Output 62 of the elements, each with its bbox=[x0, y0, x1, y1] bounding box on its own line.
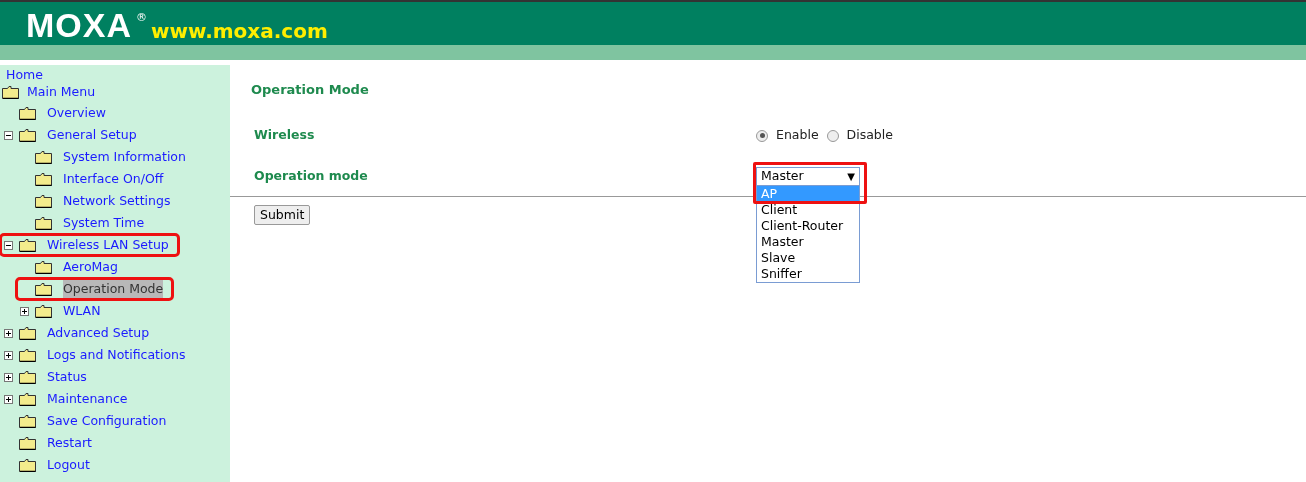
menu-link[interactable]: Wireless LAN Setup bbox=[47, 235, 169, 255]
radio-label: Disable bbox=[846, 126, 893, 145]
menu-link[interactable]: Maintenance bbox=[47, 389, 128, 409]
radio-button[interactable] bbox=[826, 129, 839, 142]
folder-icon bbox=[35, 282, 52, 296]
folder-icon bbox=[35, 260, 52, 274]
expand-icon[interactable] bbox=[20, 306, 29, 316]
radio-label: Enable bbox=[776, 126, 819, 145]
logo: MOXA bbox=[26, 8, 132, 42]
folder-icon bbox=[35, 216, 52, 230]
submit-button[interactable]: Submit bbox=[254, 204, 311, 225]
menu-link[interactable]: WLAN bbox=[63, 301, 101, 321]
menu-link[interactable]: General Setup bbox=[47, 125, 137, 145]
menu-link[interactable]: Restart bbox=[47, 433, 92, 453]
folder-icon bbox=[19, 238, 36, 252]
expand-icon[interactable] bbox=[4, 394, 13, 404]
menu-link[interactable]: Logout bbox=[47, 455, 90, 475]
folder-icon bbox=[19, 128, 36, 142]
folder-icon bbox=[19, 370, 36, 384]
folder-icon bbox=[35, 150, 52, 164]
collapse-icon[interactable] bbox=[4, 240, 13, 250]
dropdown-option[interactable]: Sniffer bbox=[757, 266, 859, 282]
folder-icon bbox=[19, 106, 36, 120]
menu-link[interactable]: Advanced Setup bbox=[47, 323, 150, 343]
menu-link[interactable]: Operation Mode bbox=[63, 279, 164, 299]
folder-icon bbox=[19, 458, 36, 472]
folder-icon bbox=[35, 304, 52, 318]
field-label: Wireless bbox=[254, 126, 316, 145]
folder-icon bbox=[19, 348, 36, 362]
expand-icon[interactable] bbox=[4, 328, 13, 338]
menu-link[interactable]: Network Settings bbox=[63, 191, 171, 211]
expand-icon[interactable] bbox=[4, 350, 13, 360]
menu-link[interactable]: Interface On/Off bbox=[63, 169, 164, 189]
folder-icon bbox=[19, 392, 36, 406]
dropdown-option[interactable]: Client-Router bbox=[757, 218, 859, 234]
field-label: Operation mode bbox=[254, 167, 369, 186]
menu-root: Main Menu bbox=[27, 82, 96, 101]
expand-icon[interactable] bbox=[4, 372, 13, 382]
menu-link[interactable]: System Information bbox=[63, 147, 186, 167]
menu-link[interactable]: Status bbox=[47, 367, 87, 387]
folder-icon bbox=[35, 172, 52, 186]
folder-icon bbox=[2, 85, 19, 99]
collapse-icon[interactable] bbox=[4, 130, 13, 140]
home-link[interactable]: Home bbox=[0, 67, 230, 82]
dropdown-option[interactable]: Master bbox=[757, 234, 859, 250]
menu-link[interactable]: System Time bbox=[63, 213, 145, 233]
menu-link[interactable]: Save Configuration bbox=[47, 411, 167, 431]
folder-icon bbox=[19, 414, 36, 428]
menu-link[interactable]: AeroMag bbox=[63, 257, 118, 277]
caret-icon: ▼ bbox=[847, 169, 855, 184]
folder-icon bbox=[19, 436, 36, 450]
menu-link[interactable]: Logs and Notifications bbox=[47, 345, 186, 365]
website-url: www.moxa.com bbox=[151, 20, 328, 42]
registered-mark: ® bbox=[136, 10, 147, 26]
dropdown-option[interactable]: Client bbox=[757, 202, 859, 218]
folder-icon bbox=[35, 194, 52, 208]
radio-button[interactable] bbox=[756, 129, 768, 142]
page-title: Operation Mode bbox=[251, 81, 370, 99]
folder-icon bbox=[19, 326, 36, 340]
dropdown-value: Master bbox=[761, 167, 804, 186]
dropdown-option[interactable]: Slave bbox=[757, 250, 859, 266]
menu-link[interactable]: Overview bbox=[47, 103, 106, 123]
